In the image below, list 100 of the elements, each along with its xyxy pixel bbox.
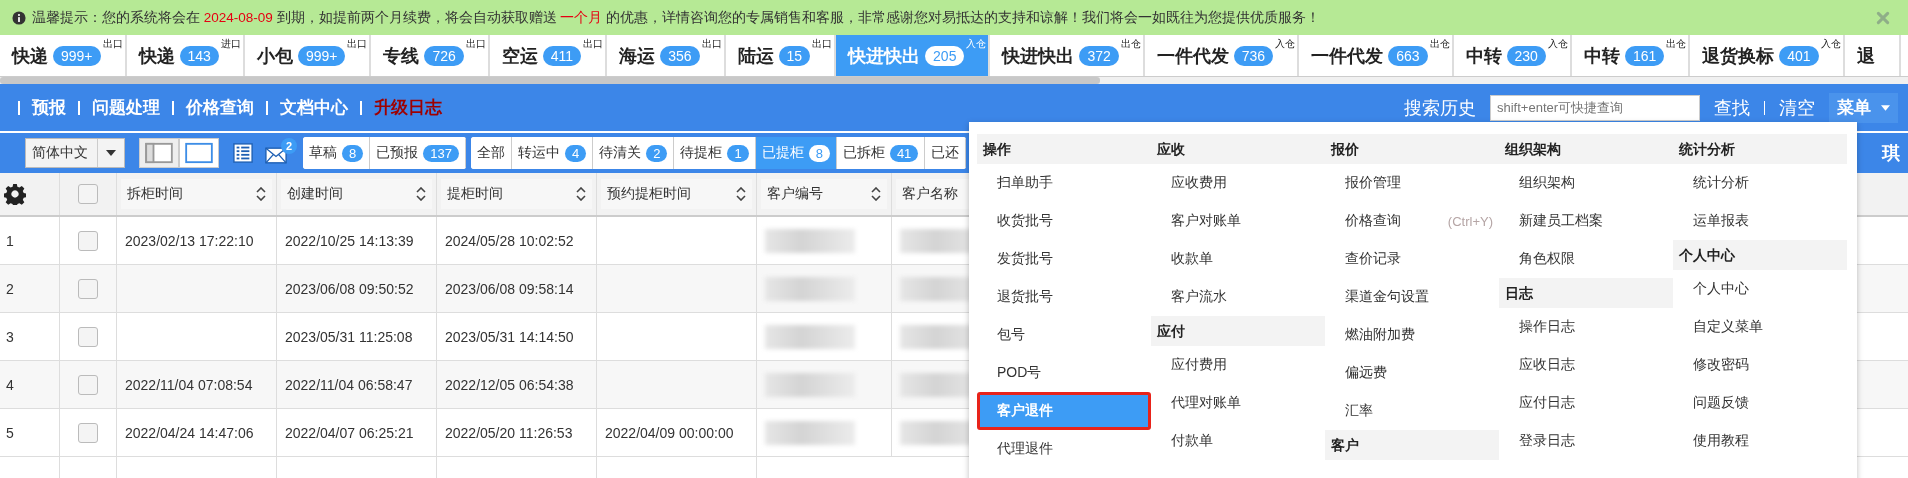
list-icon[interactable] — [233, 143, 253, 163]
count-badge: 411 — [542, 45, 582, 66]
column-header[interactable]: 预约提柜时间 — [601, 179, 752, 209]
mail-count-badge: 2 — [281, 138, 297, 154]
menu-item[interactable]: 燃油附加费 — [1325, 316, 1499, 354]
table-cell: 2022/10/25 14:13:39 — [285, 232, 414, 249]
menu-item[interactable]: 汇率 — [1325, 392, 1499, 430]
sort-icon[interactable] — [736, 187, 746, 201]
menu-item[interactable]: 应付日志 — [1499, 384, 1673, 422]
caret-icon[interactable] — [106, 150, 116, 156]
user-name: 琪 — [1882, 142, 1900, 165]
nav-link[interactable]: 价格查询 — [186, 96, 254, 119]
menu-item[interactable]: 价格查询 (Ctrl+Y) — [1325, 202, 1499, 240]
menu-section-header: 日志 — [1499, 278, 1673, 308]
menu-item[interactable]: 包号 — [977, 316, 1151, 354]
language-select[interactable]: 简体中文 — [25, 138, 125, 168]
count-badge: 736 — [1233, 45, 1274, 66]
menu-item[interactable]: 新建员工档案 — [1499, 202, 1673, 240]
menu-item[interactable]: 修改密码 — [1673, 346, 1847, 384]
menu-item[interactable]: 个人中心 — [1673, 270, 1847, 308]
scrollbar[interactable] — [0, 77, 1100, 84]
count-badge: 663 — [1388, 45, 1428, 66]
row-checkbox[interactable] — [78, 230, 98, 251]
settings-icon[interactable] — [4, 183, 26, 205]
sort-icon[interactable] — [871, 187, 881, 201]
column-header[interactable]: 客户编号 — [761, 179, 887, 209]
menu-section-header: 组织架构 — [1499, 134, 1673, 164]
menu-item[interactable]: 付款单 — [1151, 422, 1325, 460]
sort-icon[interactable] — [416, 187, 426, 201]
layout-button[interactable] — [179, 138, 219, 168]
menu-item[interactable]: 发货批号 — [977, 240, 1151, 278]
status-filter-tab[interactable]: 全部 — [470, 137, 512, 169]
tab-label: 快进快出 — [1002, 44, 1075, 68]
table-cell: 2023/06/08 09:50:52 — [285, 280, 414, 297]
menu-item[interactable]: 应收日志 — [1499, 346, 1673, 384]
clear-link[interactable]: 清空 — [1779, 95, 1815, 120]
count-badge: 230 — [1506, 45, 1546, 66]
tab-label: 专线 — [383, 44, 420, 68]
count-badge: 372 — [1079, 45, 1119, 66]
column-header[interactable]: 提柜时间 — [441, 179, 592, 209]
tab-tag: 出口 — [102, 37, 123, 51]
sort-icon[interactable] — [256, 187, 266, 201]
row-checkbox[interactable] — [78, 422, 98, 443]
menu-item[interactable]: 收款单 — [1151, 240, 1325, 278]
tab-label: 小包 — [256, 44, 293, 68]
row-number: 2 — [6, 280, 14, 297]
sort-icon[interactable] — [576, 187, 586, 201]
menu-item[interactable]: 代理对账单 — [1151, 384, 1325, 422]
menu-item[interactable]: 运单报表 — [1673, 202, 1847, 240]
tab-tag: 入仓 — [1275, 37, 1296, 51]
menu-section-header: 操作 — [977, 134, 1151, 164]
menu-item[interactable]: 客户流水 — [1151, 278, 1325, 316]
notice-text: 温馨提示：您的系统将会在 2024-08-09 到期，如提前两个月续费，将会自动获取赠送 一个月 的优惠，详情咨询您的专属销售和客服，非常感谢您对易抵达的支持和谅解！我们将会一如既往为您提供优质服务！ — [32, 8, 1322, 27]
menu-section-header: 报价 — [1325, 134, 1499, 164]
table-cell: 2022/04/07 06:25:21 — [285, 424, 414, 441]
menu-item[interactable]: 代理退件 — [977, 430, 1151, 468]
menu-item[interactable]: 退货批号 — [977, 278, 1151, 316]
menu-item[interactable]: 使用教程 — [1673, 422, 1847, 460]
menu-item[interactable]: 客户对账单 — [1151, 202, 1325, 240]
close-icon[interactable] — [1876, 10, 1890, 25]
count-badge: 15 — [778, 45, 811, 66]
search-field[interactable]: shift+enter可快捷查询 — [1490, 94, 1700, 121]
menu-item[interactable]: POD号 — [977, 354, 1151, 392]
table-cell: 2024/05/28 10:02:52 — [445, 232, 574, 249]
menu-item[interactable]: 操作日志 — [1499, 308, 1673, 346]
menu-item[interactable]: 应收费用 — [1151, 164, 1325, 202]
menu-item[interactable]: 报价管理 — [1325, 164, 1499, 202]
row-checkbox[interactable] — [78, 278, 98, 299]
menu-item[interactable]: 自定义菜单 — [1673, 308, 1847, 346]
nav-link[interactable]: 文档中心 — [280, 96, 348, 119]
row-checkbox[interactable] — [78, 326, 98, 347]
tab-tag: 入仓 — [1547, 37, 1568, 51]
menu-item[interactable]: 角色权限 — [1499, 240, 1673, 278]
layout-button[interactable] — [139, 138, 179, 168]
row-checkbox[interactable] — [78, 374, 98, 395]
column-header[interactable]: 拆柜时间 — [121, 179, 272, 209]
tab-label: 陆运 — [737, 44, 774, 68]
menu-item[interactable]: 应付费用 — [1151, 346, 1325, 384]
tab-label: 中转 — [1583, 44, 1620, 68]
menu-item[interactable]: 偏远费 — [1325, 354, 1499, 392]
menu-item[interactable]: 统计分析 — [1673, 164, 1847, 202]
tab-tag: 出口 — [465, 37, 486, 51]
search-history-link[interactable]: 搜索历史 — [1404, 95, 1476, 120]
find-link[interactable]: 查找 — [1714, 95, 1750, 120]
table-cell: 2023/05/31 14:14:50 — [445, 328, 574, 345]
table-cell: 2023/05/31 11:25:08 — [285, 328, 413, 345]
nav-link[interactable]: 问题处理 — [92, 96, 160, 119]
tab-tag: 入仓 — [1820, 37, 1841, 51]
column-header[interactable]: 创建时间 — [281, 179, 432, 209]
row-number: 3 — [6, 328, 14, 345]
menu-item[interactable]: 查价记录 — [1325, 240, 1499, 278]
mail-icon[interactable] — [265, 147, 287, 164]
select-all-checkbox[interactable] — [78, 184, 98, 204]
menu-item[interactable]: 问题反馈 — [1673, 384, 1847, 422]
menu-item[interactable]: 登录日志 — [1499, 422, 1673, 460]
menu-item[interactable]: 组织架构 — [1499, 164, 1673, 202]
menu-section-header: 统计分析 — [1673, 134, 1847, 164]
nav-link[interactable]: 预报 — [32, 96, 66, 119]
menu-item[interactable]: 渠道金句设置 — [1325, 278, 1499, 316]
draft-filter-button[interactable]: 草稿 8 — [303, 137, 371, 169]
